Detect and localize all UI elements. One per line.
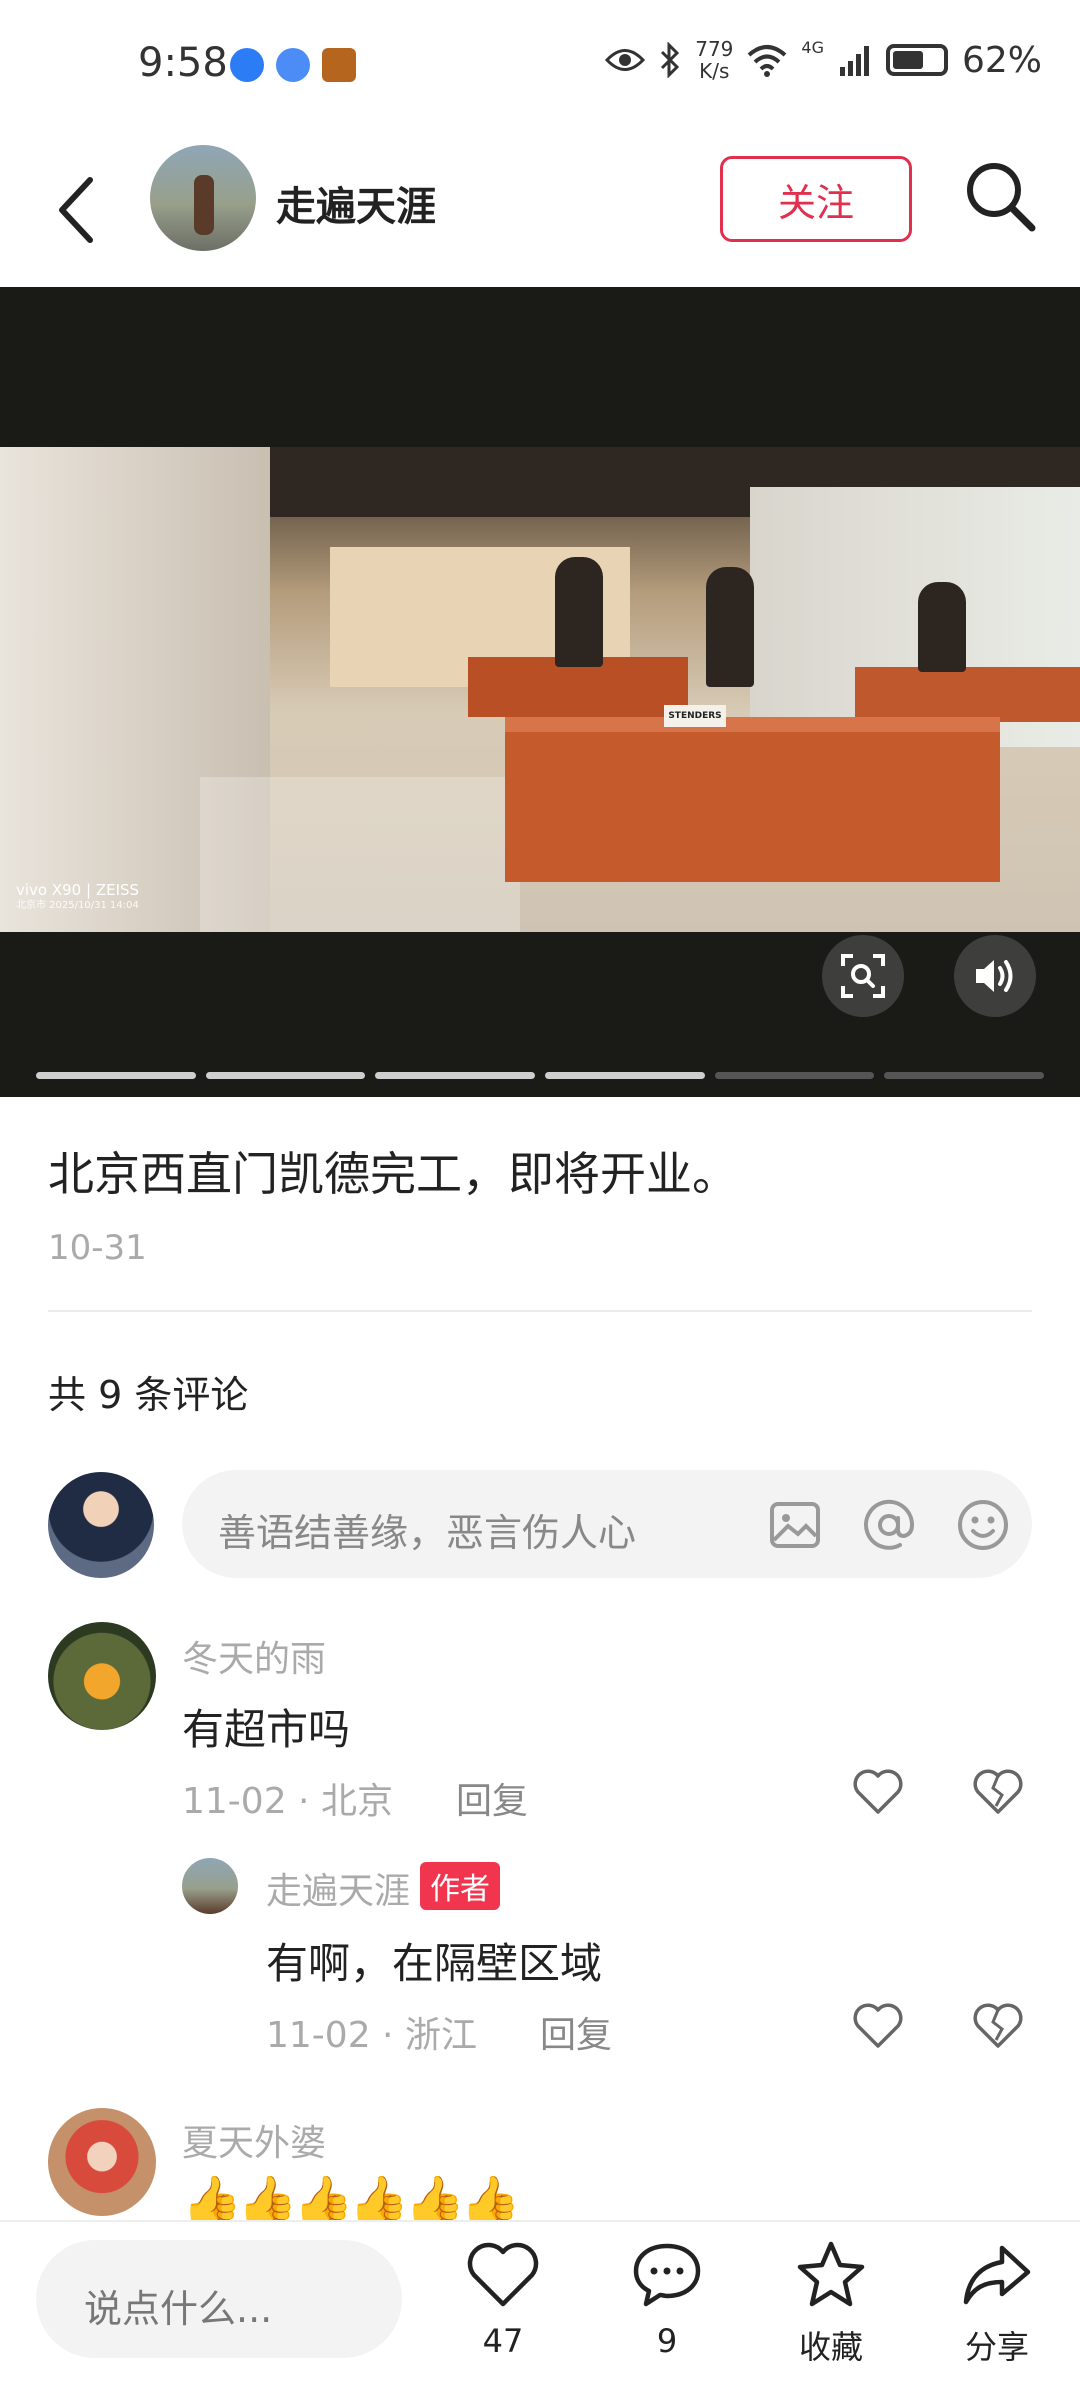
watermark-meta: 北京市 2025/10/31 14:04 bbox=[16, 900, 139, 911]
signal-icon bbox=[839, 46, 869, 76]
share-arrow-icon bbox=[963, 2245, 1031, 2305]
back-button[interactable] bbox=[50, 170, 110, 250]
photo-person bbox=[918, 582, 966, 672]
replier-name-text: 走遍天涯 bbox=[266, 1871, 411, 1912]
commenter-name[interactable]: 冬天的雨 bbox=[182, 1630, 326, 1682]
photo-person bbox=[706, 567, 754, 687]
reply-button[interactable]: 回复 bbox=[456, 1772, 528, 1824]
battery-percent: 62% bbox=[961, 39, 1042, 81]
browser-notification-icon bbox=[230, 48, 264, 82]
status-time: 9:58 bbox=[138, 40, 228, 86]
media-viewer[interactable]: STENDERS vivo X90 | ZEISS 北京市 2025/10/31… bbox=[0, 287, 1080, 1097]
progress-segment bbox=[884, 1072, 1045, 1079]
bluetooth-icon bbox=[661, 42, 680, 78]
quick-comment-input[interactable]: 说点什么... bbox=[36, 2240, 402, 2358]
reply-text[interactable]: 有啊，在隔壁区域 bbox=[266, 1930, 602, 1991]
search-button[interactable] bbox=[960, 156, 1040, 236]
photo-floor bbox=[200, 777, 520, 932]
comment-input[interactable]: 善语结善缘，恶言伤人心 bbox=[182, 1470, 1032, 1578]
replier-name[interactable]: 走遍天涯 作者 bbox=[266, 1862, 501, 1914]
progress-segment bbox=[545, 1072, 705, 1079]
photo-person bbox=[555, 557, 603, 667]
chevron-left-icon bbox=[59, 177, 93, 243]
divider bbox=[48, 1310, 1032, 1312]
author-badge: 作者 bbox=[420, 1862, 501, 1910]
network-speed-value: 779 bbox=[695, 37, 734, 61]
search-icon bbox=[967, 163, 1036, 232]
camera-watermark: vivo X90 | ZEISS 北京市 2025/10/31 14:04 bbox=[16, 882, 139, 914]
comment-button[interactable]: 9 bbox=[612, 2238, 722, 2388]
image-icon[interactable] bbox=[768, 1498, 822, 1552]
chat-bubble-icon bbox=[633, 2243, 701, 2307]
follow-button[interactable]: 关注 bbox=[720, 156, 912, 242]
network-speed: 779 K/s bbox=[695, 38, 733, 82]
progress-segment bbox=[205, 1072, 366, 1079]
photo-table bbox=[505, 732, 1000, 882]
notification-icons bbox=[230, 48, 356, 82]
commenter-avatar[interactable] bbox=[48, 1622, 156, 1730]
commenter-avatar[interactable] bbox=[48, 2108, 156, 2216]
post-photo[interactable]: STENDERS vivo X90 | ZEISS 北京市 2025/10/31… bbox=[0, 447, 1080, 932]
like-count: 47 bbox=[482, 2322, 524, 2360]
quick-comment-placeholder: 说点什么... bbox=[84, 2287, 273, 2331]
comment-input-placeholder: 善语结善缘，恶言伤人心 bbox=[218, 1511, 637, 1555]
post-header: 走遍天涯 关注 bbox=[0, 130, 1080, 290]
reply-button[interactable]: 回复 bbox=[540, 2006, 612, 2058]
my-avatar bbox=[48, 1472, 154, 1578]
eye-icon bbox=[605, 49, 646, 71]
comment-text[interactable]: 👍👍👍👍👍👍 bbox=[182, 2172, 517, 2222]
battery-icon bbox=[885, 44, 948, 76]
replier-avatar[interactable] bbox=[182, 1858, 238, 1914]
status-indicators: 779 K/s 4G 62% bbox=[605, 38, 1042, 82]
network-speed-unit: K/s bbox=[699, 59, 730, 83]
author-avatar[interactable] bbox=[150, 145, 256, 251]
comment-count-label: 9 bbox=[656, 2322, 678, 2360]
heart-icon[interactable] bbox=[852, 1768, 904, 1816]
watermark-brand: vivo X90 | ZEISS bbox=[16, 881, 140, 899]
mention-icon[interactable] bbox=[862, 1498, 916, 1552]
emoji-icon[interactable] bbox=[956, 1498, 1010, 1552]
image-search-button[interactable] bbox=[822, 935, 904, 1017]
volume-icon bbox=[976, 960, 1013, 992]
heart-icon[interactable] bbox=[852, 2002, 904, 2050]
comment-text[interactable]: 有超市吗 bbox=[182, 1696, 350, 1757]
comment-meta: 11-02 · 北京 bbox=[182, 1781, 393, 1822]
like-button[interactable]: 47 bbox=[448, 2238, 558, 2388]
collect-label: 收藏 bbox=[798, 2328, 863, 2366]
progress-segment bbox=[375, 1072, 536, 1079]
reply-meta: 11-02 · 浙江 bbox=[266, 2015, 477, 2056]
author-name[interactable]: 走遍天涯 bbox=[276, 174, 436, 232]
share-label: 分享 bbox=[964, 2328, 1029, 2366]
scan-search-icon bbox=[841, 954, 885, 998]
progress-segment bbox=[714, 1072, 875, 1079]
comment-count: 共 9 条评论 bbox=[48, 1373, 249, 1417]
broken-heart-icon[interactable] bbox=[972, 1768, 1024, 1816]
music-notification-icon bbox=[276, 48, 310, 82]
collect-button[interactable]: 收藏 bbox=[776, 2238, 886, 2388]
signal-type: 4G bbox=[801, 38, 824, 57]
broken-heart-icon[interactable] bbox=[972, 2002, 1024, 2050]
progress-segment bbox=[36, 1072, 196, 1079]
post-date: 10-31 bbox=[48, 1228, 147, 1268]
app-notification-icon bbox=[322, 48, 356, 82]
commenter-name[interactable]: 夏天外婆 bbox=[182, 2114, 326, 2166]
bottom-action-bar: 说点什么... 47 9 收藏 分享 bbox=[0, 2220, 1080, 2400]
star-icon bbox=[797, 2241, 865, 2307]
sound-button[interactable] bbox=[954, 935, 1036, 1017]
status-bar: 9:58 779 K/s 4G 62% bbox=[0, 0, 1080, 130]
post-caption: 北京西直门凯德完工，即将开业。 bbox=[48, 1147, 738, 1201]
wifi-icon bbox=[748, 45, 787, 77]
media-progress bbox=[36, 1072, 1045, 1079]
heart-icon bbox=[467, 2242, 539, 2307]
share-button[interactable]: 分享 bbox=[942, 2238, 1052, 2388]
photo-counter bbox=[855, 667, 1080, 722]
photo-sign: STENDERS bbox=[664, 705, 726, 727]
